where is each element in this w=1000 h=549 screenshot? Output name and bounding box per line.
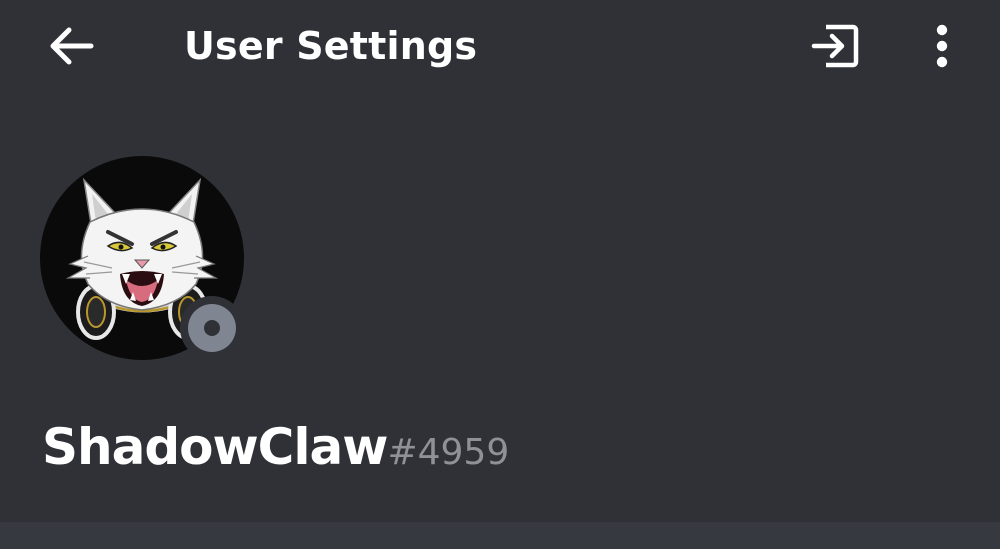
arrow-left-icon [50, 27, 94, 65]
status-indicator [180, 296, 244, 360]
discriminator: #4959 [387, 432, 510, 473]
status-dot-center [204, 320, 220, 336]
settings-section-divider [0, 522, 1000, 549]
user-tag: ShadowClaw#4959 [42, 412, 509, 494]
logout-button[interactable] [800, 14, 870, 78]
more-options-button[interactable] [914, 14, 970, 78]
offline-status-icon [188, 304, 236, 352]
logout-icon [811, 24, 859, 68]
username: ShadowClaw [42, 418, 388, 476]
more-vertical-icon [936, 24, 948, 68]
top-app-bar: User Settings [0, 0, 1000, 96]
page-title: User Settings [184, 24, 478, 68]
user-settings-screen: User Settings ShadowClaw#4959 [0, 0, 1000, 549]
back-button[interactable] [40, 16, 104, 76]
